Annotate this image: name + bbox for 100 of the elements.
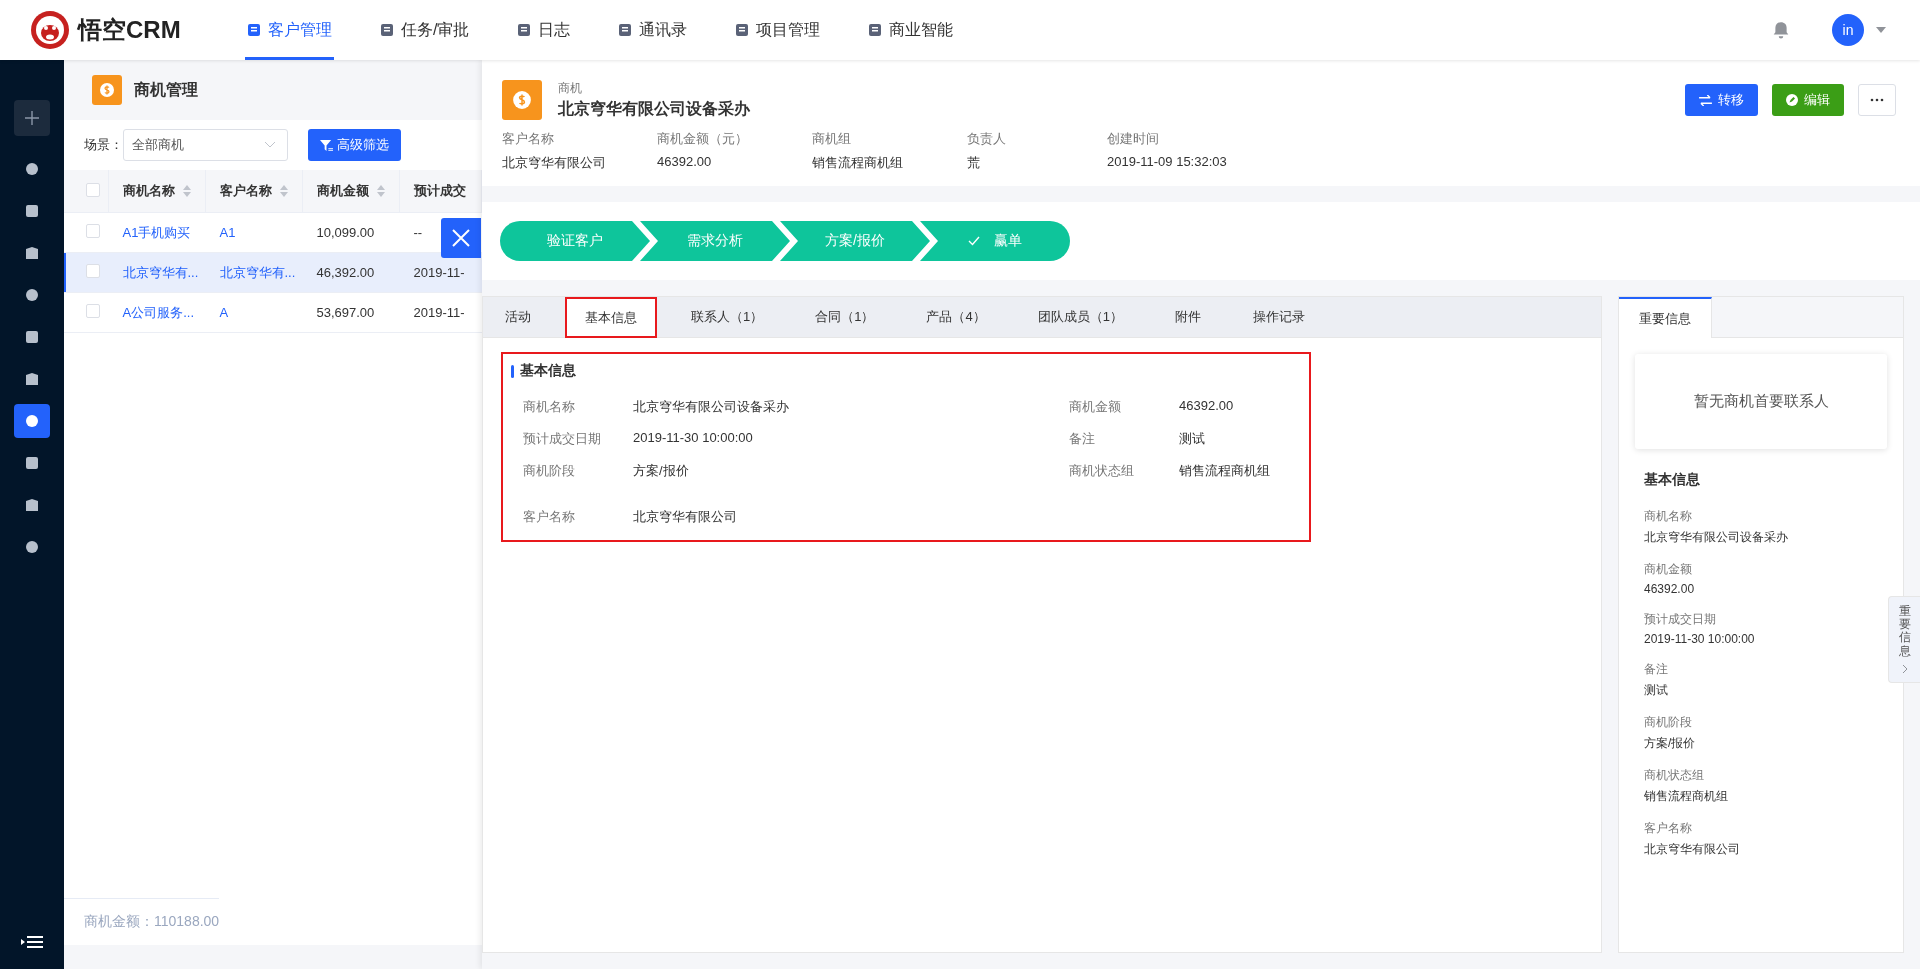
module-icon <box>25 288 39 302</box>
table-link[interactable]: A公司服务... <box>108 292 206 333</box>
module-icon <box>25 456 39 470</box>
table-cell: 2019-11- <box>399 292 482 333</box>
close-button[interactable] <box>441 218 481 258</box>
table-cell: 46,392.00 <box>302 252 400 293</box>
bell-icon[interactable] <box>1772 21 1790 39</box>
scene-select[interactable]: 全部商机 <box>123 129 288 161</box>
field-label: 商机阶段 <box>1644 714 1693 731</box>
chevron-down-icon <box>265 142 275 148</box>
field-value: 46392.00 <box>1179 398 1234 415</box>
caret-icon[interactable] <box>1876 27 1886 33</box>
field-label: 备注 <box>1644 661 1669 678</box>
user-avatar[interactable]: in <box>1832 14 1864 46</box>
field-value: 46392.00 <box>657 154 713 169</box>
row-checkbox[interactable] <box>86 304 100 318</box>
advanced-filter-button[interactable]: 高级筛选 <box>308 129 401 161</box>
table-cell: 53,697.00 <box>302 292 400 333</box>
nav-tab[interactable]: 日志 <box>515 0 573 60</box>
field-value: 北京穹华有限公司 <box>633 508 737 526</box>
field-value: 北京穹华有限公司 <box>1644 841 1741 858</box>
field-value: 北京穹华有限公司设备采办 <box>1644 529 1789 546</box>
module-icon <box>25 204 39 218</box>
column-header[interactable]: 客户名称 <box>205 170 303 213</box>
table-link[interactable]: 北京穹华有... <box>108 252 206 293</box>
detail-tab[interactable]: 联系人（1） <box>673 297 782 337</box>
plus-icon <box>24 110 40 126</box>
field-value: 方案/报价 <box>633 462 689 480</box>
nav-icon <box>517 23 532 37</box>
empty-message: 暂无商机首要联系人 <box>1693 392 1829 411</box>
field-label: 创建时间 <box>1107 130 1160 148</box>
collapse-menu-icon[interactable] <box>21 935 43 949</box>
scene-label: 场景： <box>84 136 123 154</box>
column-header[interactable]: 商机金额 <box>302 170 400 213</box>
field-value: 46392.00 <box>1644 582 1696 596</box>
module-icon <box>25 246 39 260</box>
column-header[interactable]: 商机名称 <box>108 170 206 213</box>
record-type: 商机 <box>558 80 583 97</box>
field-value: 销售流程商机组 <box>1179 462 1270 480</box>
field-value: 测试 <box>1179 430 1205 448</box>
money-icon <box>502 80 542 120</box>
side-tab[interactable]: 重要信息 <box>1619 297 1712 338</box>
field-value: 2019-11-30 10:00:00 <box>633 430 753 447</box>
module-icon <box>25 498 39 512</box>
sidebar-item[interactable] <box>14 404 50 438</box>
detail-tab[interactable]: 产品（4） <box>908 297 1004 337</box>
row-checkbox[interactable] <box>86 224 100 238</box>
row-checkbox[interactable] <box>86 264 100 278</box>
field-label: 商机金额 <box>1644 561 1693 578</box>
select-all-checkbox[interactable] <box>86 182 100 197</box>
filter-icon <box>320 138 333 152</box>
check-icon <box>968 236 980 246</box>
detail-tab[interactable]: 合同（1） <box>797 297 893 337</box>
section-title: 基本信息 <box>1643 470 1701 489</box>
field-value: 测试 <box>1644 682 1669 699</box>
field-label: 商机组 <box>812 130 852 148</box>
nav-tab[interactable]: 项目管理 <box>733 0 823 60</box>
nav-tab[interactable]: 任务/审批 <box>378 0 472 60</box>
record-title: 北京穹华有限公司设备采办 <box>558 99 750 119</box>
detail-tab[interactable]: 活动 <box>487 297 549 337</box>
field-value: 2019-11-30 10:00:00 <box>1644 632 1756 646</box>
chevron-right-icon <box>1901 663 1908 674</box>
nav-icon <box>735 23 750 37</box>
module-icon <box>25 540 39 554</box>
table-link[interactable]: A <box>205 292 303 333</box>
field-label: 客户名称 <box>1644 820 1693 837</box>
table-link[interactable]: A1 <box>205 212 303 253</box>
field-label: 备注 <box>1069 430 1096 448</box>
side-toggle-tab[interactable]: 重要信息 <box>1888 596 1920 683</box>
monkey-logo-icon <box>30 10 70 50</box>
nav-tab[interactable]: 商业智能 <box>866 0 956 60</box>
pencil-icon <box>1786 94 1798 106</box>
field-value: 北京穹华有限公司 <box>502 154 607 172</box>
field-value: 销售流程商机组 <box>1644 788 1729 805</box>
column-header[interactable]: 预计成交 <box>399 170 482 213</box>
field-label: 负责人 <box>967 130 1007 148</box>
brand-name: 悟空CRM <box>78 15 181 45</box>
add-button[interactable] <box>14 100 50 136</box>
field-label: 商机状态组 <box>1644 767 1705 784</box>
field-value: 荒 <box>967 154 981 172</box>
table-link[interactable]: 北京穹华有... <box>205 252 303 293</box>
module-icon <box>25 372 39 386</box>
close-icon <box>451 228 471 248</box>
module-icon <box>25 330 39 344</box>
detail-tab[interactable]: 基本信息 <box>565 297 657 338</box>
detail-tab[interactable]: 团队成员（1） <box>1019 297 1141 337</box>
table-link[interactable]: A1手机购买 <box>108 212 206 253</box>
field-label: 客户名称 <box>502 130 555 148</box>
field-label: 商机金额（元） <box>657 130 749 148</box>
detail-tab[interactable]: 附件 <box>1156 297 1219 337</box>
detail-tab[interactable]: 操作记录 <box>1234 297 1323 337</box>
section-title: 基本信息 <box>520 362 576 380</box>
table-cell: 10,099.00 <box>302 212 400 253</box>
nav-icon <box>868 23 883 37</box>
nav-tab[interactable]: 通讯录 <box>616 0 690 60</box>
transfer-button[interactable]: 转移 <box>1685 84 1758 116</box>
field-value: 北京穹华有限公司设备采办 <box>633 398 789 416</box>
field-label: 商机状态组 <box>1069 462 1135 480</box>
field-label: 预计成交日期 <box>1644 611 1717 628</box>
section-marker <box>511 364 514 378</box>
